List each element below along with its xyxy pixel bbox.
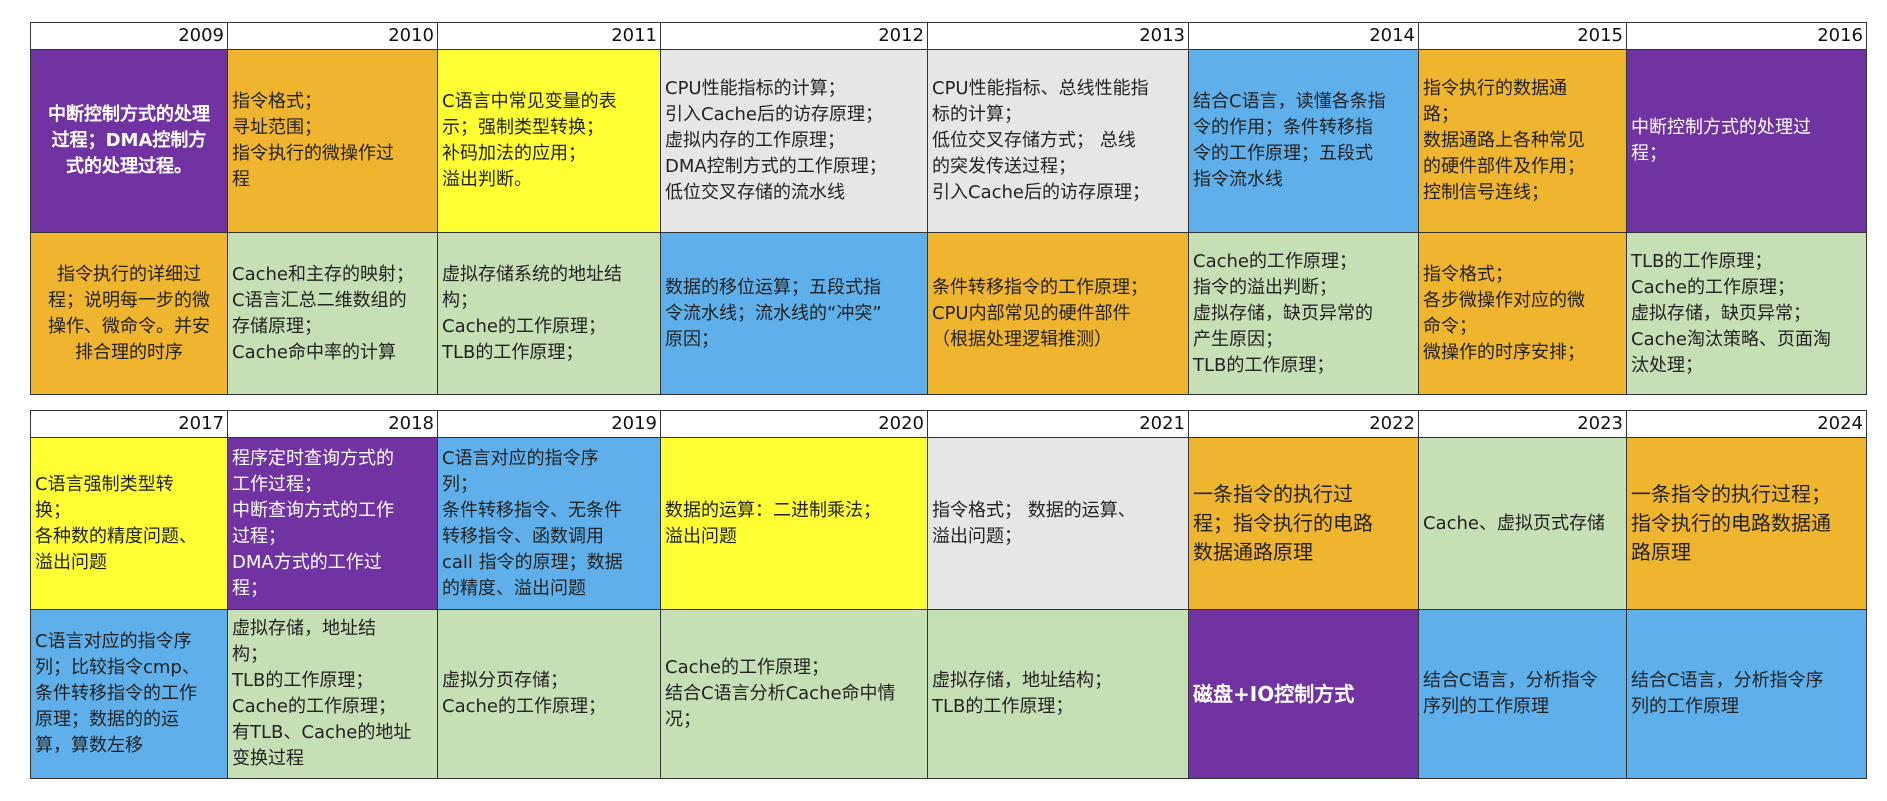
year-header-2022: 2022	[1189, 411, 1419, 438]
topic-cell-2010-q2: Cache和主存的映射； C语言汇总二维数组的 存储原理； Cache命中率的计…	[228, 233, 438, 395]
year-header-2009: 2009	[31, 23, 228, 50]
topic-cell-2019-q2: 虚拟分页存储； Cache的工作原理；	[438, 610, 661, 779]
topic-cell-2013-q1: CPU性能指标、总线性能指 标的计算； 低位交叉存储方式； 总线 的突发传送过程…	[928, 50, 1189, 233]
topic-cell-2019-q1: C语言对应的指令序 列； 条件转移指令、无条件 转移指令、函数调用 call 指…	[438, 438, 661, 610]
topic-cell-2021-q1: 指令格式； 数据的运算、 溢出问题；	[928, 438, 1189, 610]
topic-cell-2018-q1: 程序定时查询方式的 工作过程； 中断查询方式的工作 过程； DMA方式的工作过 …	[228, 438, 438, 610]
topic-cell-2020-q2: Cache的工作原理； 结合C语言分析Cache命中情 况；	[661, 610, 928, 779]
topic-cell-2015-q1: 指令执行的数据通 路； 数据通路上各种常见 的硬件部件及作用； 控制信号连线；	[1419, 50, 1627, 233]
topic-cell-2013-q2: 条件转移指令的工作原理； CPU内部常见的硬件部件 （根据处理逻辑推测）	[928, 233, 1189, 395]
topic-cell-2024-q1: 一条指令的执行过程； 指令执行的电路数据通 路原理	[1627, 438, 1867, 610]
year-header-2018: 2018	[228, 411, 438, 438]
topic-cell-2017-q2: C语言对应的指令序 列；比较指令cmp、 条件转移指令的工作 原理；数据的的运 …	[31, 610, 228, 779]
year-header-2012: 2012	[661, 23, 928, 50]
topic-cell-2016-q2: TLB的工作原理； Cache的工作原理； 虚拟存储，缺页异常； Cache淘汰…	[1627, 233, 1867, 395]
topic-cell-2010-q1: 指令格式； 寻址范围； 指令执行的微操作过 程	[228, 50, 438, 233]
topic-cell-2023-q2: 结合C语言，分析指令 序列的工作原理	[1419, 610, 1627, 779]
year-header-2020: 2020	[661, 411, 928, 438]
exam-topics-table-2017-2024: 2017 2018 2019 2020 2021 2022 2023 2024 …	[30, 410, 1867, 779]
year-header-2019: 2019	[438, 411, 661, 438]
year-header-2014: 2014	[1189, 23, 1419, 50]
topic-cell-2021-q2: 虚拟存储，地址结构； TLB的工作原理；	[928, 610, 1189, 779]
topic-cell-2018-q2: 虚拟存储，地址结 构； TLB的工作原理； Cache的工作原理； 有TLB、C…	[228, 610, 438, 779]
year-header-2021: 2021	[928, 411, 1189, 438]
topic-cell-2020-q1: 数据的运算：二进制乘法； 溢出问题	[661, 438, 928, 610]
year-header-2016: 2016	[1627, 23, 1867, 50]
year-header-2010: 2010	[228, 23, 438, 50]
topic-cell-2022-q2: 磁盘+IO控制方式	[1189, 610, 1419, 779]
topic-cell-2016-q1: 中断控制方式的处理过 程；	[1627, 50, 1867, 233]
topic-cell-2012-q1: CPU性能指标的计算； 引入Cache后的访存原理； 虚拟内存的工作原理； DM…	[661, 50, 928, 233]
year-header-2015: 2015	[1419, 23, 1627, 50]
exam-topics-table-2009-2016: 2009 2010 2011 2012 2013 2014 2015 2016 …	[30, 22, 1867, 395]
year-header-2017: 2017	[31, 411, 228, 438]
topic-cell-2012-q2: 数据的移位运算；五段式指 令流水线；流水线的“冲突” 原因；	[661, 233, 928, 395]
topic-cell-2011-q1: C语言中常见变量的表 示；强制类型转换； 补码加法的应用； 溢出判断。	[438, 50, 661, 233]
topic-cell-2009-q1: 中断控制方式的处理 过程；DMA控制方 式的处理过程。	[31, 50, 228, 233]
topic-cell-2011-q2: 虚拟存储系统的地址结 构； Cache的工作原理； TLB的工作原理；	[438, 233, 661, 395]
year-header-2024: 2024	[1627, 411, 1867, 438]
topic-cell-2024-q2: 结合C语言，分析指令序 列的工作原理	[1627, 610, 1867, 779]
topic-cell-2017-q1: C语言强制类型转 换； 各种数的精度问题、 溢出问题	[31, 438, 228, 610]
topic-cell-2014-q1: 结合C语言，读懂各条指 令的作用；条件转移指 令的工作原理；五段式 指令流水线	[1189, 50, 1419, 233]
topic-cell-2022-q1: 一条指令的执行过 程；指令执行的电路 数据通路原理	[1189, 438, 1419, 610]
topic-cell-2009-q2: 指令执行的详细过 程；说明每一步的微 操作、微命令。并安 排合理的时序	[31, 233, 228, 395]
topic-cell-2015-q2: 指令格式； 各步微操作对应的微 命令； 微操作的时序安排；	[1419, 233, 1627, 395]
topic-cell-2023-q1: Cache、虚拟页式存储	[1419, 438, 1627, 610]
year-header-2011: 2011	[438, 23, 661, 50]
year-header-2023: 2023	[1419, 411, 1627, 438]
topic-cell-2014-q2: Cache的工作原理； 指令的溢出判断； 虚拟存储，缺页异常的 产生原因； TL…	[1189, 233, 1419, 395]
year-header-2013: 2013	[928, 23, 1189, 50]
